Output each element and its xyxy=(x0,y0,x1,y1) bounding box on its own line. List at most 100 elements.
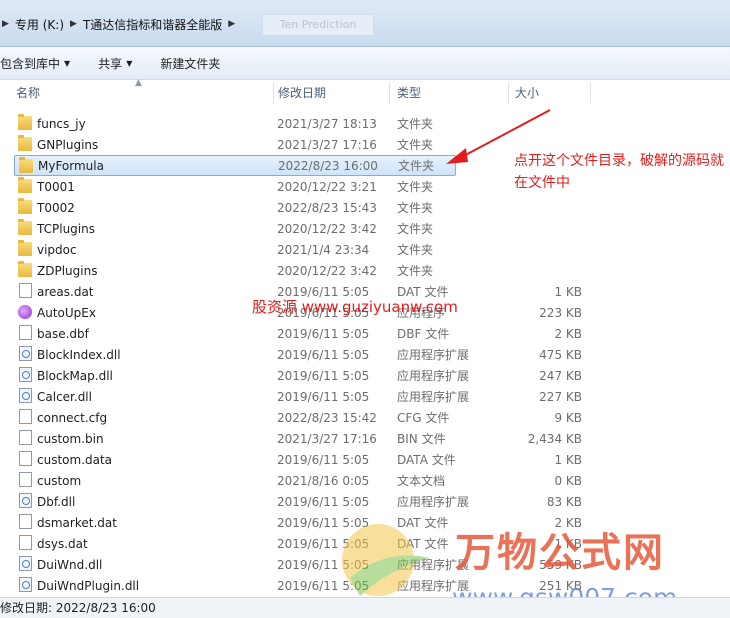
folder-icon xyxy=(18,219,32,235)
dropdown-arrow-icon: ▼ xyxy=(64,58,71,68)
file-name: GNPlugins xyxy=(37,137,99,152)
column-header-type[interactable]: 类型 xyxy=(393,80,509,106)
file-name: AutoUpEx xyxy=(37,305,96,320)
file-date: 2019/6/11 5:05 xyxy=(277,389,370,404)
dll-icon xyxy=(19,367,32,382)
dll-icon xyxy=(19,493,32,508)
watermark-site: 股资源 www.guziyuanw.com xyxy=(252,298,458,316)
file-type: 文件夹 xyxy=(397,117,434,131)
file-icon xyxy=(19,451,32,466)
file-date: 2020/12/22 3:42 xyxy=(277,221,377,236)
share-button[interactable]: 共享 ▼ xyxy=(84,55,146,72)
new-folder-label: 新建文件夹 xyxy=(160,56,221,71)
file-name: custom xyxy=(37,473,82,488)
file-size: 247 KB xyxy=(539,368,582,383)
file-type: 应用程序扩展 xyxy=(397,495,470,509)
folder-icon xyxy=(19,157,33,173)
folder-icon xyxy=(18,261,32,277)
file-name: areas.dat xyxy=(37,284,94,299)
column-header-name[interactable]: 名称 xyxy=(12,80,274,106)
file-row[interactable]: BlockMap.dll 2019/6/11 5:05 应用程序扩展 247 KB xyxy=(14,365,582,386)
file-name: BlockIndex.dll xyxy=(37,347,121,362)
file-row[interactable]: custom.bin 2021/3/27 17:16 BIN 文件 2,434 KB xyxy=(14,428,582,449)
file-size: 227 KB xyxy=(539,389,582,404)
file-icon xyxy=(19,430,32,445)
watermark-logo-icon xyxy=(342,524,430,596)
file-date: 2019/6/11 5:05 xyxy=(277,347,370,362)
file-name: BlockMap.dll xyxy=(37,368,113,383)
file-row[interactable]: T0002 2022/8/23 15:43 文件夹 xyxy=(14,197,454,218)
file-icon xyxy=(19,283,32,298)
file-icon xyxy=(19,409,32,424)
file-row[interactable]: MyFormula 2022/8/23 16:00 文件夹 xyxy=(14,155,456,176)
file-date: 2021/3/27 17:16 xyxy=(277,431,377,446)
file-name: custom.bin xyxy=(37,431,104,446)
column-divider[interactable] xyxy=(590,82,591,104)
column-header-size[interactable]: 大小 xyxy=(511,80,591,106)
file-row[interactable]: GNPlugins 2021/3/27 17:16 文件夹 xyxy=(14,134,454,155)
file-type: 应用程序扩展 xyxy=(397,390,470,404)
breadcrumb[interactable]: ▶ 专用 (K:) ▶ T通达信指标和谐器全能版 ▶ xyxy=(0,12,242,36)
file-name: TCPlugins xyxy=(37,221,95,236)
file-date: 2022/8/23 15:42 xyxy=(277,410,377,425)
breadcrumb-drive[interactable]: 专用 (K:) xyxy=(11,16,68,33)
watermark-brand: 万物公式网 xyxy=(455,529,665,576)
file-row[interactable]: custom.data 2019/6/11 5:05 DATA 文件 1 KB xyxy=(14,449,582,470)
new-folder-button[interactable]: 新建文件夹 xyxy=(146,55,234,72)
dll-icon xyxy=(19,346,32,361)
file-row[interactable]: BlockIndex.dll 2019/6/11 5:05 应用程序扩展 475 KB xyxy=(14,344,582,365)
file-date: 2019/6/11 5:05 xyxy=(277,494,370,509)
file-type: 文件夹 xyxy=(397,180,434,194)
file-name: Dbf.dll xyxy=(37,494,76,509)
file-type: 文件夹 xyxy=(397,243,434,257)
folder-icon xyxy=(18,240,32,256)
file-row[interactable]: Calcer.dll 2019/6/11 5:05 应用程序扩展 227 KB xyxy=(14,386,582,407)
file-name: funcs_jy xyxy=(37,116,86,131)
file-date: 2021/3/27 18:13 xyxy=(277,116,377,131)
file-date: 2022/8/23 15:43 xyxy=(277,200,377,215)
file-name: dsys.dat xyxy=(37,536,88,551)
file-row[interactable]: base.dbf 2019/6/11 5:05 DBF 文件 2 KB xyxy=(14,323,582,344)
file-icon xyxy=(19,535,32,550)
file-row[interactable]: T0001 2020/12/22 3:21 文件夹 xyxy=(14,176,454,197)
dll-icon xyxy=(19,577,32,592)
chevron-right-icon: ▶ xyxy=(2,19,9,29)
folder-icon xyxy=(18,198,32,214)
file-type: 文件夹 xyxy=(397,264,434,278)
include-library-button[interactable]: 包含到库中 ▼ xyxy=(0,55,84,72)
file-type: CFG 文件 xyxy=(397,411,450,425)
file-row[interactable]: Dbf.dll 2019/6/11 5:05 应用程序扩展 83 KB xyxy=(14,491,582,512)
file-row[interactable]: connect.cfg 2022/8/23 15:42 CFG 文件 9 KB xyxy=(14,407,582,428)
file-icon xyxy=(19,472,32,487)
file-size: 2 KB xyxy=(554,326,582,341)
breadcrumb-folder[interactable]: T通达信指标和谐器全能版 xyxy=(79,16,226,33)
file-row[interactable]: TCPlugins 2020/12/22 3:42 文件夹 xyxy=(14,218,454,239)
file-row[interactable]: funcs_jy 2021/3/27 18:13 文件夹 xyxy=(14,113,454,134)
file-row[interactable]: custom 2021/8/16 0:05 文本文档 0 KB xyxy=(14,470,582,491)
file-type: 文件夹 xyxy=(397,201,434,215)
file-name: vipdoc xyxy=(37,242,77,257)
file-name: base.dbf xyxy=(37,326,89,341)
file-row[interactable]: vipdoc 2021/1/4 23:34 文件夹 xyxy=(14,239,454,260)
file-size: 1 KB xyxy=(554,284,582,299)
dll-icon xyxy=(19,556,32,571)
file-date: 2019/6/11 5:05 xyxy=(277,452,370,467)
file-size: 475 KB xyxy=(539,347,582,362)
file-name: Calcer.dll xyxy=(37,389,92,404)
file-icon xyxy=(19,325,32,340)
file-type: 文本文档 xyxy=(397,474,446,488)
file-row[interactable]: ZDPlugins 2020/12/22 3:42 文件夹 xyxy=(14,260,454,281)
file-name: connect.cfg xyxy=(37,410,108,425)
column-divider[interactable] xyxy=(508,82,509,104)
folder-icon xyxy=(18,135,32,151)
file-date: 2021/3/27 17:16 xyxy=(277,137,377,152)
column-header-date[interactable]: 修改日期 xyxy=(274,80,390,106)
file-type: 文件夹 xyxy=(397,222,434,236)
file-type: BIN 文件 xyxy=(397,432,446,446)
chevron-right-icon: ▶ xyxy=(70,19,77,29)
file-size: 83 KB xyxy=(546,494,582,509)
file-type: 文件夹 xyxy=(398,159,435,173)
include-library-label: 包含到库中 xyxy=(0,56,61,71)
file-name: T0001 xyxy=(37,179,75,194)
column-divider[interactable] xyxy=(389,82,390,104)
